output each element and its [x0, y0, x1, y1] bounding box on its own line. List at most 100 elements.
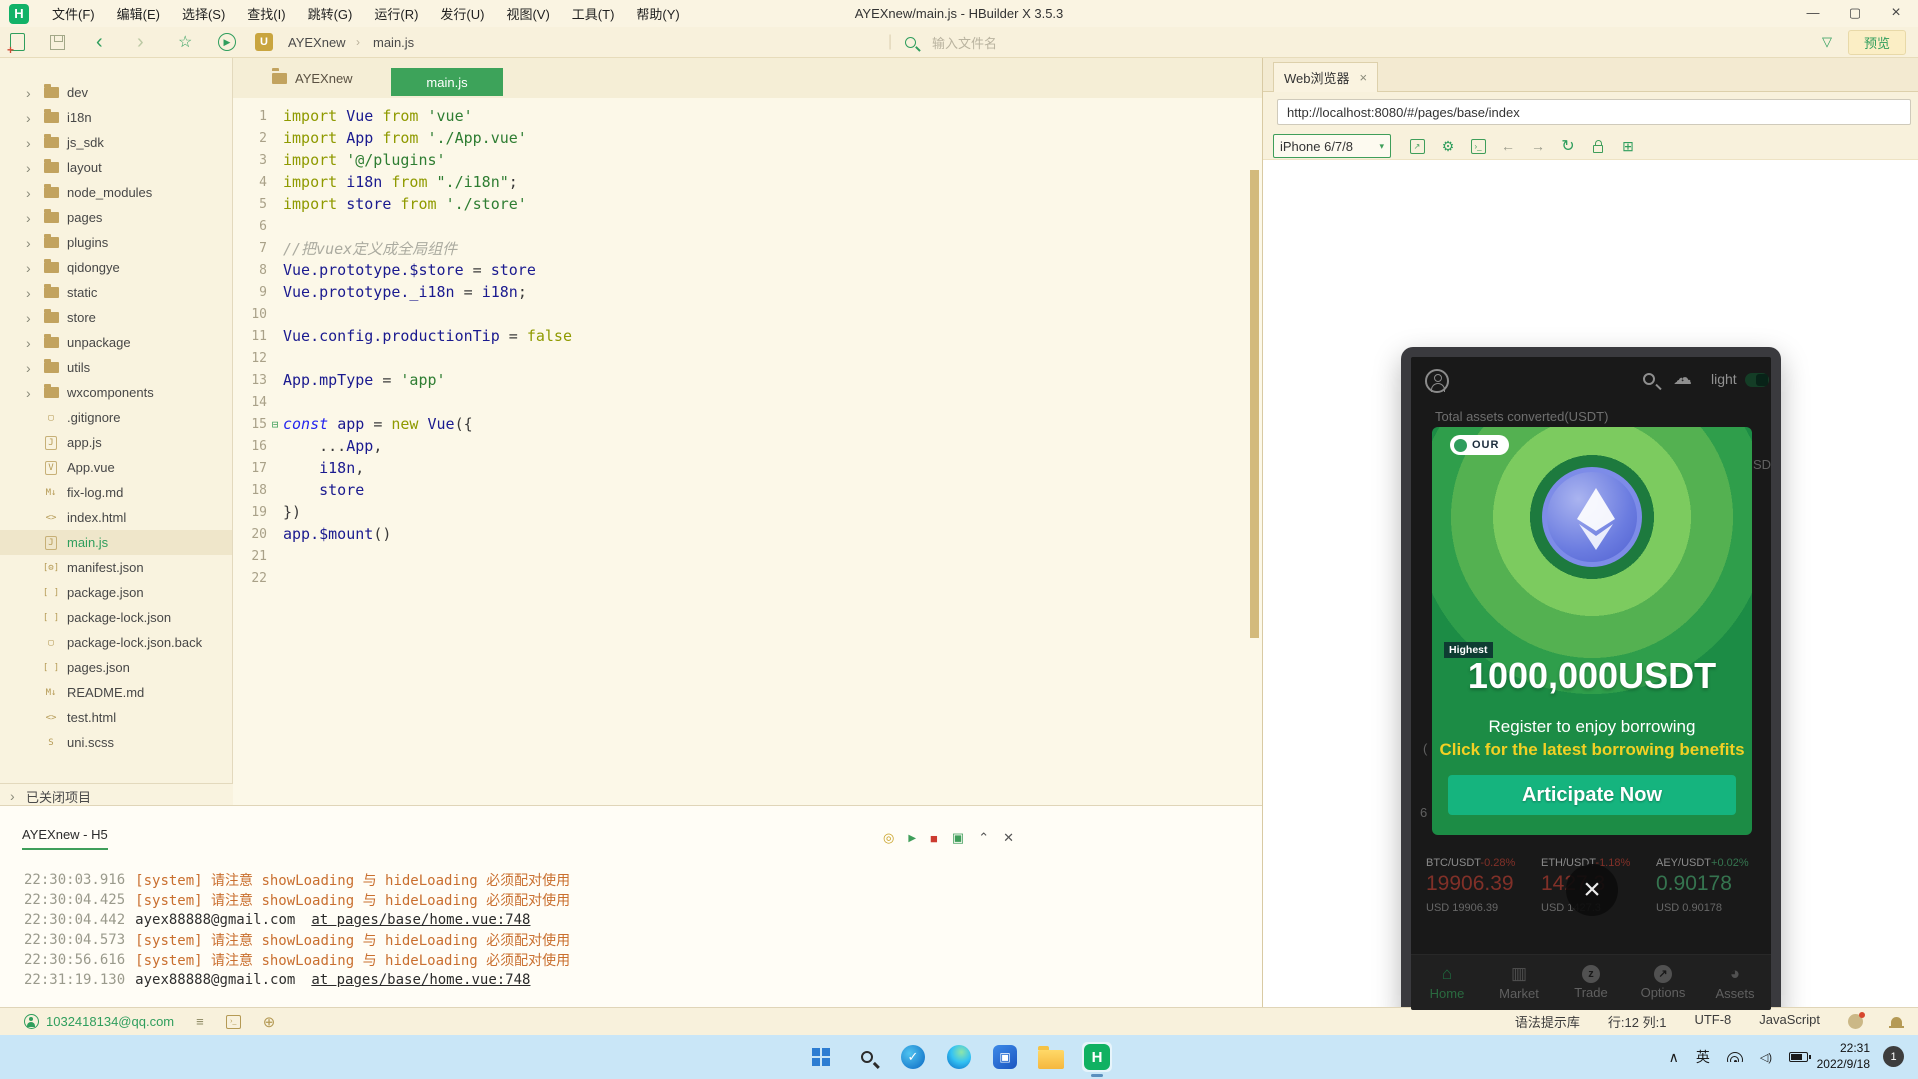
tree-file-fix-log.md[interactable]: M↓ fix-log.md: [0, 480, 232, 505]
menu-item[interactable]: 文件(F): [41, 4, 106, 23]
tree-folder-static[interactable]: › static: [0, 280, 232, 305]
tree-folder-node_modules[interactable]: › node_modules: [0, 180, 232, 205]
url-input[interactable]: http://localhost:8080/#/pages/base/index: [1277, 99, 1911, 125]
qr-code-button[interactable]: ⊞: [1616, 134, 1640, 158]
tab-web-browser[interactable]: Web浏览器 ×: [1273, 62, 1379, 92]
editor-project-group[interactable]: AYEXnew: [272, 71, 353, 86]
refresh-button[interactable]: ↻: [1556, 134, 1580, 158]
log-source-link[interactable]: at pages/base/home.vue:748: [311, 912, 530, 928]
tab-close-icon[interactable]: ×: [1360, 70, 1368, 85]
tree-folder-qidongye[interactable]: › qidongye: [0, 255, 232, 280]
code-editor[interactable]: 1 import Vue from 'vue' 2 import App from '…: [233, 98, 1262, 805]
taskbar-app-blue[interactable]: ▣: [990, 1042, 1020, 1072]
menu-item[interactable]: 视图(V): [495, 4, 560, 23]
modal-close-button[interactable]: ×: [1566, 864, 1618, 916]
account-email[interactable]: 1032418134@qq.com: [46, 1014, 174, 1029]
filter-icon[interactable]: ▽: [1822, 31, 1832, 53]
ime-indicator[interactable]: 英: [1696, 1047, 1710, 1067]
tree-file-index.html[interactable]: <> index.html: [0, 505, 232, 530]
tree-file-.gitignore[interactable]: ▢ .gitignore: [0, 405, 232, 430]
tree-folder-pages[interactable]: › pages: [0, 205, 232, 230]
tree-folder-unpackage[interactable]: › unpackage: [0, 330, 232, 355]
tree-file-manifest.json[interactable]: [⚙] manifest.json: [0, 555, 232, 580]
console-settings-icon[interactable]: ◎: [883, 830, 894, 846]
settings-button[interactable]: ⚙: [1436, 134, 1460, 158]
back-button[interactable]: ‹: [96, 31, 103, 53]
list-icon[interactable]: ≡: [196, 1014, 204, 1029]
breadcrumb-project[interactable]: AYEXnew: [288, 31, 346, 53]
tree-file-App.vue[interactable]: V App.vue: [0, 455, 232, 480]
open-external-button[interactable]: ↗: [1405, 134, 1429, 158]
bell-icon[interactable]: [1889, 1016, 1904, 1028]
participate-button[interactable]: Articipate Now: [1448, 775, 1736, 815]
volume-icon[interactable]: ◁): [1760, 1051, 1772, 1064]
tree-file-main.js[interactable]: Jmain.js: [0, 530, 232, 555]
nav-back-button[interactable]: ←: [1496, 134, 1520, 158]
globe-icon[interactable]: ⊕: [263, 1013, 276, 1031]
tree-folder-i18n[interactable]: › i18n: [0, 105, 232, 130]
console-close-icon[interactable]: ✕: [1003, 830, 1014, 846]
console-screenshot-icon[interactable]: ▣: [952, 830, 964, 846]
menu-item[interactable]: 帮助(Y): [625, 4, 690, 23]
menu-item[interactable]: 运行(R): [363, 4, 429, 23]
fold-icon[interactable]: ⊟: [267, 418, 283, 431]
menu-item[interactable]: 工具(T): [561, 4, 626, 23]
menu-item[interactable]: 跳转(G): [297, 4, 364, 23]
tree-folder-utils[interactable]: › utils: [0, 355, 232, 380]
editor-scrollbar[interactable]: [1250, 170, 1259, 638]
tree-file-package-lock.json.back[interactable]: ▢ package-lock.json.back: [0, 630, 232, 655]
taskbar-search-button[interactable]: [852, 1042, 882, 1072]
console-run-icon[interactable]: ▶: [908, 833, 916, 844]
taskbar-app-check[interactable]: ✓: [898, 1042, 928, 1072]
tree-file-uni.scss[interactable]: Suni.scss: [0, 730, 232, 755]
tree-folder-js_sdk[interactable]: › js_sdk: [0, 130, 232, 155]
battery-icon[interactable]: [1789, 1052, 1811, 1062]
breadcrumb-file[interactable]: main.js: [373, 31, 414, 53]
tree-file-app.js[interactable]: Japp.js: [0, 430, 232, 455]
tree-folder-store[interactable]: › store: [0, 305, 232, 330]
console-tab[interactable]: AYEXnew - H5: [22, 827, 108, 850]
preview-button[interactable]: 预览: [1848, 30, 1906, 55]
tree-folder-layout[interactable]: › layout: [0, 155, 232, 180]
lock-button[interactable]: [1586, 134, 1610, 158]
terminal-icon[interactable]: ›_: [225, 1014, 241, 1029]
new-file-button[interactable]: [7, 31, 25, 57]
minimize-button[interactable]: —: [1793, 0, 1833, 27]
tree-file-README.md[interactable]: M↓ README.md: [0, 680, 232, 705]
tab-main-js[interactable]: main.js: [391, 68, 503, 96]
tree-folder-dev[interactable]: › dev: [0, 80, 232, 105]
tree-file-pages.json[interactable]: [ ] pages.json: [0, 655, 232, 680]
tree-folder-plugins[interactable]: › plugins: [0, 230, 232, 255]
close-button[interactable]: ×: [1876, 0, 1916, 27]
console-collapse-icon[interactable]: ⌃: [978, 830, 989, 846]
tree-file-package-lock.json[interactable]: [ ] package-lock.json: [0, 605, 232, 630]
maximize-button[interactable]: ▢: [1835, 0, 1875, 27]
tray-chevron-icon[interactable]: ∧: [1669, 1049, 1679, 1066]
menu-item[interactable]: 选择(S): [171, 4, 236, 23]
save-button[interactable]: [50, 31, 65, 53]
promo-line2[interactable]: Click for the latest borrowing benefits: [1432, 740, 1752, 760]
statusbar-item[interactable]: UTF-8: [1694, 1012, 1731, 1031]
file-search-input[interactable]: 输入文件名: [932, 31, 997, 53]
tree-folder-wxcomponents[interactable]: › wxcomponents: [0, 380, 232, 405]
menu-item[interactable]: 编辑(E): [106, 4, 171, 23]
clock-icon[interactable]: [1848, 1012, 1865, 1029]
devtools-button[interactable]: ›_: [1466, 134, 1490, 158]
statusbar-item[interactable]: 行:12 列:1: [1608, 1012, 1667, 1031]
taskbar-clock[interactable]: 22:31 2022/9/18: [1817, 1040, 1870, 1072]
forward-button[interactable]: ›: [137, 31, 144, 53]
taskbar-edge[interactable]: [944, 1042, 974, 1072]
statusbar-item[interactable]: 语法提示库: [1515, 1012, 1580, 1031]
taskbar-hbuilderx[interactable]: H: [1082, 1042, 1112, 1077]
log-source-link[interactable]: at pages/base/home.vue:748: [311, 972, 530, 988]
tree-file-package.json[interactable]: [ ] package.json: [0, 580, 232, 605]
tree-file-test.html[interactable]: <> test.html: [0, 705, 232, 730]
notification-badge[interactable]: 1: [1883, 1046, 1904, 1067]
wifi-icon[interactable]: [1726, 1052, 1743, 1062]
console-stop-icon[interactable]: ■: [930, 831, 938, 846]
taskbar-explorer[interactable]: [1036, 1042, 1066, 1072]
device-select[interactable]: iPhone 6/7/8 ▾: [1273, 134, 1391, 158]
statusbar-item[interactable]: JavaScript: [1759, 1012, 1820, 1031]
run-button[interactable]: ▶: [218, 31, 236, 53]
bookmark-button[interactable]: ☆: [178, 31, 192, 53]
